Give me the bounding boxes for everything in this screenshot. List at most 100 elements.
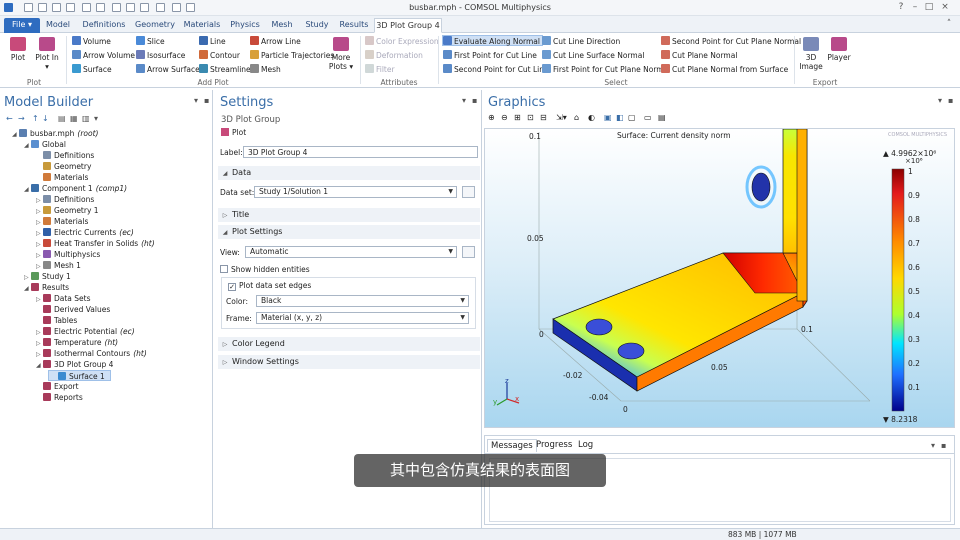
tab-progress[interactable]: Progress [533,439,575,452]
camera-icon[interactable]: ▭ [644,113,652,122]
expand-all-icon[interactable]: ▥ [82,114,90,123]
tree-item[interactable]: ◢ 3D Plot Group 4 [36,359,116,370]
messages-menu-icon[interactable]: ▾ [931,441,935,450]
cut-plane-normal-button[interactable]: Cut Plane Normal [661,50,737,61]
arrow-volume-button[interactable]: Arrow Volume [72,50,135,61]
zoom-box-icon[interactable]: ⊞ [514,113,521,122]
deformation-button[interactable]: Deformation [365,50,423,61]
contour-button[interactable]: Contour [199,50,240,61]
tree-item[interactable]: ▷ Isothermal Contours (ht) [36,348,147,359]
tree-toggle-icon[interactable]: ◢ [24,140,31,151]
zoom-selection-icon[interactable]: ⊟ [540,113,547,122]
tab-materials[interactable]: Materials [182,18,222,33]
settings-close-icon[interactable]: ▪ [472,96,477,105]
tab-file[interactable]: File ▾ [4,18,40,33]
zoom-extents-icon[interactable]: ⊡ [527,113,534,122]
first-point-cut-line-button[interactable]: First Point for Cut Line [443,50,537,61]
views-icon[interactable]: ⇲▾ [556,113,567,122]
tree-item[interactable]: ◢ Global [24,139,69,150]
tab-definitions[interactable]: Definitions [80,18,128,33]
dataset-select[interactable]: Study 1/Solution 1 ▼ [254,186,457,198]
tab-3d-plot-group-4[interactable]: 3D Plot Group 4 [374,18,442,33]
tree-item[interactable]: ▷ Geometry 1 [36,205,102,216]
move-up-icon[interactable]: ↑ [32,114,39,123]
tab-mesh[interactable]: Mesh [268,18,296,33]
help-icon[interactable]: ? [896,2,906,12]
slice-button[interactable]: Slice [136,36,165,47]
isosurface-button[interactable]: Isosurface [136,50,185,61]
forward-icon[interactable]: → [18,114,25,123]
tree-item[interactable]: Definitions [36,150,97,161]
panel-menu-icon[interactable]: ▾ [194,96,198,105]
volume-button[interactable]: Volume [72,36,111,47]
show-hidden-checkbox[interactable]: Show hidden entities [220,265,310,274]
surface-button[interactable]: Surface [72,64,112,75]
mesh-button[interactable]: Mesh [250,64,281,75]
collapse-all-icon[interactable]: ▦ [70,114,78,123]
plot-edges-checkbox[interactable]: ✓ Plot data set edges [228,281,311,291]
maximize-icon[interactable]: □ [924,2,934,12]
label-input[interactable] [243,146,478,158]
tree-item[interactable]: ▷ Multiphysics [36,249,103,260]
tab-log[interactable]: Log [575,439,596,452]
tree-item[interactable]: ▷ Mesh 1 [36,260,84,271]
tab-results[interactable]: Results [338,18,370,33]
tab-geometry[interactable]: Geometry [134,18,176,33]
transparency-icon[interactable]: ◧ [616,113,624,122]
tree-item[interactable]: ▷ Electric Currents (ec) [36,227,134,238]
tree-item[interactable]: ▷ Study 1 [24,271,74,282]
view-goto-icon[interactable] [462,246,475,258]
tree-item[interactable]: ◢ Results [24,282,72,293]
streamline-button[interactable]: Streamline [199,64,251,75]
tree-item[interactable]: ◢ busbar.mph (root) [12,128,98,139]
move-down-icon[interactable]: ↓ [42,114,49,123]
tree-toggle-icon[interactable]: ◢ [12,129,19,140]
section-data[interactable]: ◢ Data [218,166,480,180]
wireframe-icon[interactable]: ▢ [628,113,636,122]
particle-trajectories-button[interactable]: Particle Trajectories [250,50,334,61]
filter-button[interactable]: Filter [365,64,395,75]
collapse-ribbon-icon[interactable]: ˄ [944,19,954,29]
first-point-cut-plane-button[interactable]: First Point for Cut Plane Normal [542,64,670,75]
view-select[interactable]: Automatic ▼ [245,246,457,258]
line-button[interactable]: Line [199,36,226,47]
color-expression-button[interactable]: Color Expression [365,36,439,47]
second-point-cut-line-button[interactable]: Second Point for Cut Line [443,64,549,75]
tree-item[interactable]: ▷ Electric Potential (ec) [36,326,135,337]
close-icon[interactable]: × [940,2,950,12]
tree-options-icon[interactable]: ▾ [94,114,98,123]
back-icon[interactable]: ← [6,114,13,123]
messages-close-icon[interactable]: ▪ [941,441,946,450]
tree-item[interactable]: ◢ Component 1 (comp1) [24,183,127,194]
cut-line-surface-normal-button[interactable]: Cut Line Surface Normal [542,50,644,61]
tree-item[interactable]: ▷ Heat Transfer in Solids (ht) [36,238,155,249]
select-boxes-icon[interactable]: ▣ [604,113,612,122]
cut-plane-normal-surface-button[interactable]: Cut Plane Normal from Surface [661,64,788,75]
graphics-canvas[interactable]: Surface: Current density norm COMSOL MUL… [484,128,955,428]
tab-study[interactable]: Study [302,18,332,33]
section-plot-settings[interactable]: ◢ Plot Settings [218,225,480,239]
3d-image-button[interactable]: 3D Image [798,37,824,71]
plot-in-button[interactable]: Plot In ▾ [34,37,60,71]
second-point-cut-plane-button[interactable]: Second Point for Cut Plane Normal [661,36,801,47]
tree-item[interactable]: Geometry [36,161,94,172]
arrow-surface-button[interactable]: Arrow Surface [136,64,200,75]
tree-toggle-icon[interactable]: ◢ [24,184,31,195]
tree-item[interactable]: ▷ Temperature (ht) [36,337,118,348]
zoom-in-icon[interactable]: ⊕ [488,113,495,122]
cut-line-direction-button[interactable]: Cut Line Direction [542,36,620,47]
graphics-menu-icon[interactable]: ▾ [938,96,942,105]
go-to-view-icon[interactable]: ⌂ [574,113,579,122]
tree-item[interactable]: Export [36,381,82,392]
tree-toggle-icon[interactable]: ◢ [36,360,43,371]
more-plots-button[interactable]: More Plots ▾ [328,37,354,71]
show-icon[interactable]: ▤ [58,114,66,123]
section-color-legend[interactable]: ▷ Color Legend [218,337,480,351]
section-title[interactable]: ▷ Title [218,208,480,222]
tree-item[interactable]: Surface 1 [48,370,111,381]
settings-menu-icon[interactable]: ▾ [462,96,466,105]
tree-item[interactable]: Derived Values [36,304,113,315]
graphics-close-icon[interactable]: ▪ [948,96,953,105]
section-window-settings[interactable]: ▷ Window Settings [218,355,480,369]
arrow-line-button[interactable]: Arrow Line [250,36,301,47]
